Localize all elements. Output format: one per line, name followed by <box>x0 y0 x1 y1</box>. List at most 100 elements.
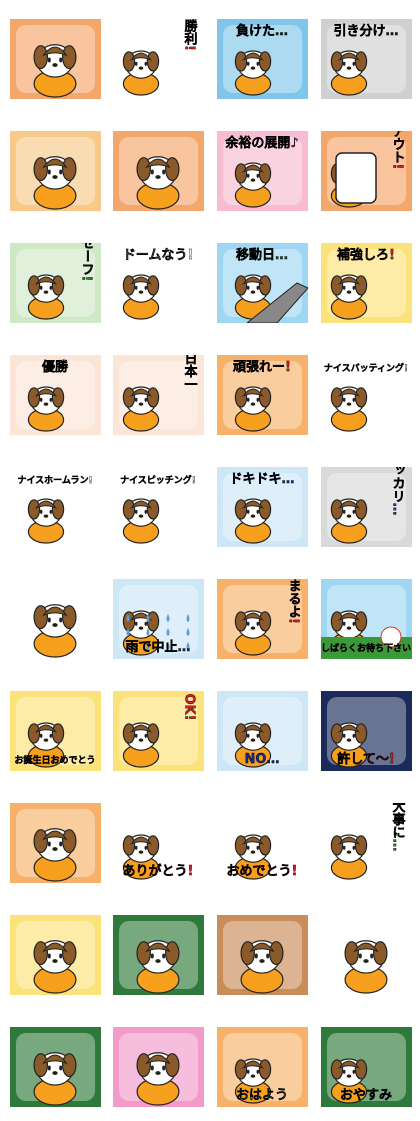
baseball-field-icon: しばらくお待ち下さい <box>321 579 412 659</box>
dog-stamp-icon: ありがとう! <box>113 803 204 883</box>
sticker-caption: アウト! <box>390 131 405 169</box>
dog-slump-icon: ガッカリ… <box>321 467 412 547</box>
dog-nice-batting-icon: ナイスバッティング! <box>321 355 412 435</box>
sticker-35[interactable] <box>217 915 308 995</box>
sticker-40[interactable]: おやすみ <box>321 1027 412 1107</box>
sticker-8[interactable]: アウト! <box>321 131 412 211</box>
dog-sleep-icon: おやすみ <box>321 1027 412 1107</box>
sticker-17[interactable]: ナイスホームラン! <box>10 467 101 547</box>
dog-sparkle-icon <box>10 131 101 211</box>
sticker-38[interactable] <box>113 1027 204 1107</box>
dog-door-icon <box>10 915 101 995</box>
sticker-caption: OK! <box>182 693 197 720</box>
sticker-34[interactable] <box>113 915 204 995</box>
sticker-caption: ありがとう! <box>123 863 194 879</box>
sticker-caption: 勝利! <box>182 19 198 51</box>
dog-morning-icon: おはよう <box>217 1027 308 1107</box>
sticker-15[interactable]: 頑張れー! <box>217 355 308 435</box>
rain-icon: 雨で中止… <box>113 579 204 659</box>
airplane-wing-icon: 移動日… <box>217 243 308 323</box>
sticker-21[interactable] <box>10 579 101 659</box>
sticker-caption: 許して～! <box>337 751 395 767</box>
sticker-19[interactable]: ドキドキ… <box>217 467 308 547</box>
dog-safe-icon: セーフ! <box>10 243 101 323</box>
sticker-11[interactable]: 移動日… <box>217 243 308 323</box>
dog-catch-icon <box>217 915 308 995</box>
sticker-29[interactable] <box>10 803 101 883</box>
sticker-25[interactable]: お誕生日おめでとう <box>10 691 101 771</box>
dog-nice-pitching-icon: ナイスピッチング! <box>113 467 204 547</box>
dome-icon: ドームなう! <box>113 243 204 323</box>
sticker-27[interactable]: NO… <box>217 691 308 771</box>
sticker-37[interactable] <box>10 1027 101 1107</box>
sticker-32[interactable]: お大事に… <box>321 803 412 883</box>
dog-cake-icon: お誕生日おめでとう <box>10 691 101 771</box>
sticker-caption: お誕生日おめでとう <box>14 754 95 766</box>
sticker-20[interactable]: ガッカリ… <box>321 467 412 547</box>
dog-side-icon: 日本一 <box>113 355 204 435</box>
sticker-28[interactable]: 許して～! <box>321 691 412 771</box>
sticker-33[interactable] <box>10 915 101 995</box>
sticker-10[interactable]: ドームなう! <box>113 243 204 323</box>
sticker-caption: 優勝 <box>41 359 69 375</box>
dog-nervous-icon: ドキドキ… <box>217 467 308 547</box>
sticker-30[interactable]: ありがとう! <box>113 803 204 883</box>
sticker-caption: おはよう <box>236 1088 288 1103</box>
dog-glove-icon <box>321 915 412 995</box>
sticker-18[interactable]: ナイスピッチング! <box>113 467 204 547</box>
sticker-22[interactable]: 雨で中止… <box>113 579 204 659</box>
sticker-9[interactable]: セーフ! <box>10 243 101 323</box>
dog-chalkboard-icon <box>10 1027 101 1107</box>
sticker-12[interactable]: 補強しろ! <box>321 243 412 323</box>
sticker-caption: 引き分け… <box>333 23 398 39</box>
sticker-13[interactable]: 優勝 <box>10 355 101 435</box>
sticker-24[interactable]: しばらくお待ち下さい <box>321 579 412 659</box>
dog-mask-icon: お大事に… <box>321 803 412 883</box>
sticker-caption: ナイスホームラン! <box>17 475 92 486</box>
thumbs-up-icon: アウト! <box>321 131 412 211</box>
dog-paws-up-icon <box>10 19 101 99</box>
dog-bouquet-icon: おめでとう! <box>217 803 308 883</box>
dog-nice-homerun-icon: ナイスホームラン! <box>10 467 101 547</box>
dog-sofa-icon: 余裕の展開♪ <box>217 131 308 211</box>
sticker-1[interactable] <box>10 19 101 99</box>
dog-slide-icon <box>113 915 204 995</box>
sticker-caption: お大事に… <box>390 803 406 852</box>
sticker-6[interactable] <box>113 131 204 211</box>
dog-ocean-icon <box>113 131 204 211</box>
sticker-caption: 補強しろ! <box>336 247 395 263</box>
dog-peek-icon: 優勝 <box>10 355 101 435</box>
sticker-31[interactable]: おめでとう! <box>217 803 308 883</box>
waving-paw-icon <box>10 579 101 659</box>
sticker-caption: 移動日… <box>236 247 288 263</box>
sticker-23[interactable]: 始まるよ! <box>217 579 308 659</box>
sticker-caption: ナイスバッティング! <box>324 362 408 374</box>
sticker-16[interactable]: ナイスバッティング! <box>321 355 412 435</box>
sticker-grid: 勝利! 負けた… 引き分け… 余裕の展開♪ アウト! セーフ! ドームなう! 移動日… 補強しろ… <box>0 0 420 1121</box>
sticker-3[interactable]: 負けた… <box>217 19 308 99</box>
sticker-36[interactable] <box>321 915 412 995</box>
dog-hang-icon: 許して～! <box>321 691 412 771</box>
dog-beer-icon: 勝利! <box>113 19 204 99</box>
dog-money-icon: 補強しろ! <box>321 243 412 323</box>
sticker-2[interactable]: 勝利! <box>113 19 204 99</box>
sticker-26[interactable]: OK! <box>113 691 204 771</box>
sticker-caption: 頑張れー! <box>232 360 291 375</box>
sticker-caption: ドキドキ… <box>229 472 294 487</box>
sticker-caption: おめでとう! <box>227 864 298 879</box>
sticker-caption: ナイスピッチング! <box>120 474 196 486</box>
sticker-39[interactable]: おはよう <box>217 1027 308 1107</box>
sticker-caption: ガッカリ… <box>390 467 406 516</box>
dog-bat-icon <box>10 803 101 883</box>
sticker-14[interactable]: 日本一 <box>113 355 204 435</box>
sticker-caption: NO… <box>245 752 280 767</box>
sticker-caption: セーフ! <box>79 243 95 281</box>
sticker-caption: ドームなう! <box>123 248 194 263</box>
dog-ok-icon: OK! <box>113 691 204 771</box>
sticker-caption: 始まるよ! <box>286 579 302 624</box>
sticker-5[interactable] <box>10 131 101 211</box>
sticker-7[interactable]: 余裕の展開♪ <box>217 131 308 211</box>
sticker-4[interactable]: 引き分け… <box>321 19 412 99</box>
sticker-caption: 余裕の展開♪ <box>224 135 298 151</box>
dog-cheer-icon: 頑張れー! <box>217 355 308 435</box>
